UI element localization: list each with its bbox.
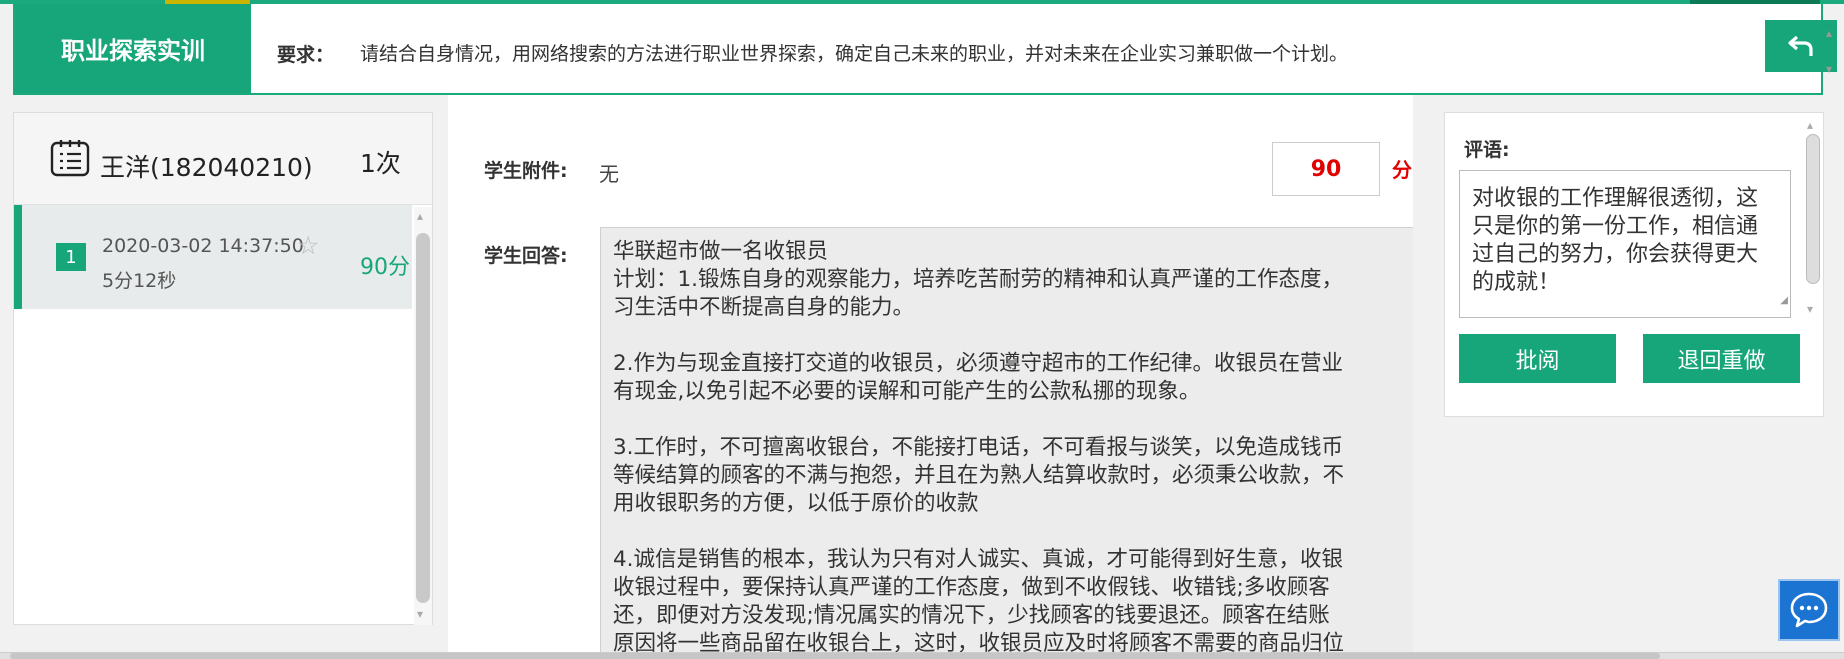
student-list-scrollbar[interactable]: ▴ ▾	[414, 207, 432, 625]
comment-textarea[interactable]: 对收银的工作理解很透彻，这只是你的第一份工作，相信通过自己的努力，你会获得更大的…	[1459, 170, 1791, 318]
submission-count: 1次	[360, 149, 401, 178]
attachment-label: 学生附件:	[484, 160, 568, 182]
student-panel: 王洋(182040210) 1次 1 2020-03-02 14:37:50 ☆…	[13, 112, 433, 625]
header-scroll-down-icon[interactable]: ▾	[1826, 62, 1832, 76]
resize-grip-icon[interactable]: ◢	[1780, 287, 1788, 315]
comment-label: 评语:	[1464, 139, 1510, 161]
score-unit: 分	[1392, 158, 1412, 182]
review-panel: 评语: 对收银的工作理解很透彻，这只是你的第一份工作，相信通过自己的努力，你会获…	[1444, 112, 1824, 417]
list-document-icon	[50, 140, 90, 177]
header-bar: 职业探索实训 要求： 请结合自身情况，用网络搜索的方法进行职业世界探索，确定自己…	[13, 4, 1837, 95]
page-title: 职业探索实训	[15, 4, 251, 93]
review-scrollbar[interactable]: ▴ ▾	[1804, 118, 1822, 318]
comment-text: 对收银的工作理解很透彻，这只是你的第一份工作，相信通过自己的努力，你会获得更大的…	[1472, 186, 1759, 295]
header-scroll-up-icon[interactable]: ▴	[1826, 26, 1832, 40]
chat-bubble-icon	[1790, 592, 1828, 628]
submission-row[interactable]: 1 2020-03-02 14:37:50 ☆ 5分12秒 90分	[14, 205, 412, 309]
student-header: 王洋(182040210) 1次	[14, 113, 432, 205]
scrollbar-thumb[interactable]	[416, 233, 430, 603]
grading-panel: 学生附件: 无 90 分 学生回答: 华联超市做一名收银员 计划：1.锻炼自身的…	[448, 95, 1413, 659]
requirement-label: 要求：	[277, 44, 335, 66]
return-redo-button[interactable]: 退回重做	[1643, 334, 1800, 383]
scroll-up-icon[interactable]: ▴	[417, 209, 423, 223]
chat-button[interactable]	[1778, 579, 1840, 641]
scrollbar-thumb[interactable]	[1806, 134, 1820, 284]
student-name: 王洋(182040210)	[100, 153, 313, 182]
submission-duration: 5分12秒	[102, 270, 177, 292]
star-outline-icon[interactable]: ☆	[297, 231, 319, 260]
score-input[interactable]: 90	[1272, 142, 1380, 196]
horizontal-scrollbar-thumb[interactable]	[10, 653, 1660, 659]
back-arrow-icon	[1788, 35, 1813, 56]
scroll-down-icon[interactable]: ▾	[1807, 302, 1813, 316]
review-button[interactable]: 批阅	[1459, 334, 1616, 383]
submission-score: 90分	[360, 255, 410, 280]
scroll-up-icon[interactable]: ▴	[1807, 118, 1813, 132]
attachment-value: 无	[599, 162, 619, 186]
submission-datetime: 2020-03-02 14:37:50	[102, 235, 304, 257]
submission-index-badge: 1	[56, 243, 86, 271]
student-answer-text[interactable]: 华联超市做一名收银员 计划：1.锻炼自身的观察能力，培养吃苦耐劳的精神和认真严谨…	[600, 227, 1413, 659]
requirement-text: 请结合自身情况，用网络搜索的方法进行职业世界探索，确定自己未来的职业，并对未来在…	[360, 43, 1349, 65]
scroll-down-icon[interactable]: ▾	[417, 607, 423, 621]
answer-label: 学生回答:	[484, 245, 568, 267]
